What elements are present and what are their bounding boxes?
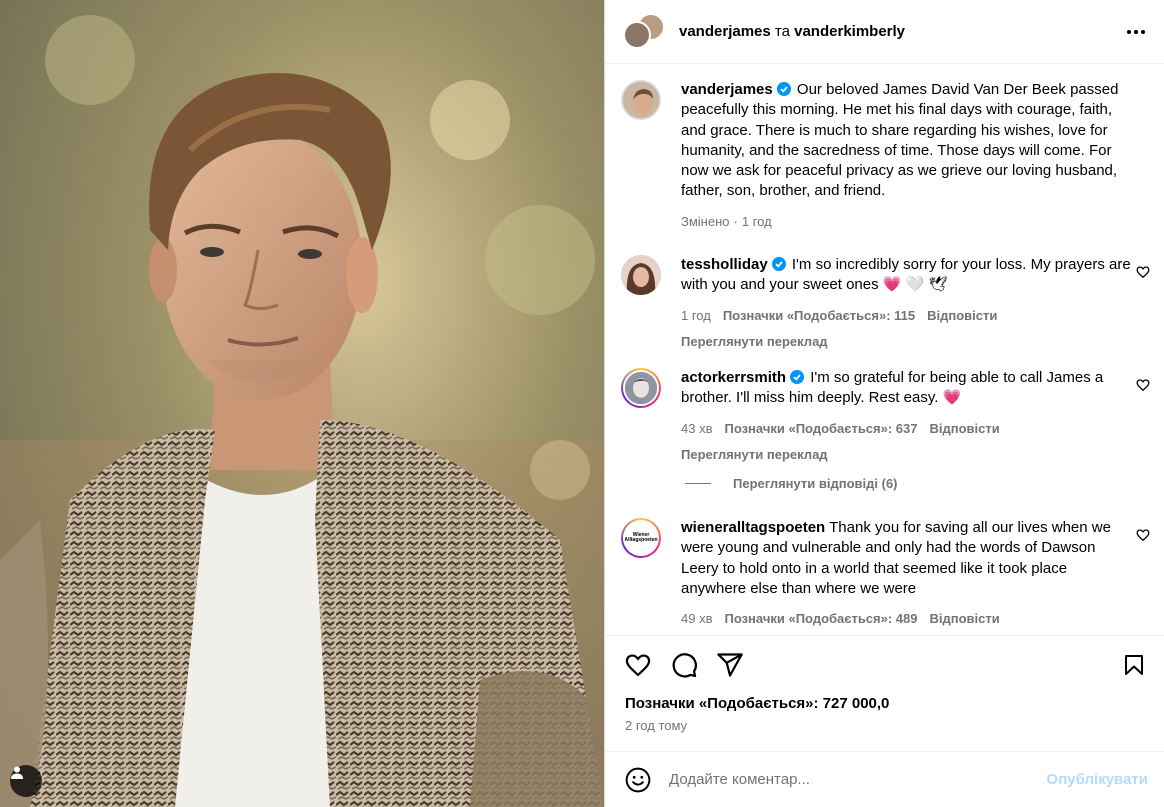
- comment-likes[interactable]: Позначки «Подобається»: 637: [724, 419, 917, 439]
- send-icon: [717, 653, 743, 677]
- caption-username-link[interactable]: vanderjames: [681, 81, 773, 98]
- post-caption: vanderjames Our beloved James David Van …: [621, 80, 1150, 232]
- heart-icon: [625, 654, 651, 677]
- comment-item: Wiener Alltagspoeten wieneralltagspoeten…: [621, 518, 1150, 629]
- comment-icon: [672, 653, 697, 678]
- like-button[interactable]: [624, 651, 652, 679]
- profile-photo: [623, 370, 659, 406]
- share-button[interactable]: [716, 651, 744, 679]
- heart-icon[interactable]: [1136, 265, 1150, 279]
- avatar[interactable]: Wiener Alltagspoeten: [621, 518, 661, 558]
- save-button[interactable]: [1120, 651, 1148, 679]
- comments-list[interactable]: vanderjames Our beloved James David Van …: [605, 65, 1164, 635]
- coauthor-username-link[interactable]: vanderkimberly: [794, 23, 905, 40]
- verified-badge-icon: [776, 82, 791, 96]
- caption-time[interactable]: 1 год: [742, 212, 772, 232]
- comment-item: actorkerrsmith I'm so grateful for being…: [621, 368, 1150, 465]
- emoji-icon[interactable]: [625, 767, 651, 793]
- comment-item: tessholliday I'm so incredibly sorry for…: [621, 255, 1150, 352]
- post-photo: [0, 0, 604, 807]
- reply-button[interactable]: Відповісти: [930, 419, 1000, 439]
- publish-comment-button[interactable]: Опублікувати: [1047, 771, 1148, 788]
- see-translation-button[interactable]: Переглянути переклад: [681, 445, 1136, 465]
- avatar[interactable]: [621, 80, 661, 120]
- comment-likes[interactable]: Позначки «Подобається»: 489: [724, 609, 917, 629]
- collab-avatars[interactable]: [623, 12, 665, 51]
- meta-separator: ·: [733, 213, 738, 229]
- view-replies-button[interactable]: Переглянути відповіді (6): [685, 476, 898, 491]
- user-tag-icon: [11, 766, 23, 779]
- comment-time[interactable]: 1 год: [681, 306, 711, 326]
- post-details-panel: vanderjames та vanderkimberly vanderjame…: [605, 0, 1164, 807]
- tagged-users-button[interactable]: [10, 765, 42, 797]
- comment-likes[interactable]: Позначки «Подобається»: 115: [723, 306, 915, 326]
- comment-button[interactable]: [670, 651, 698, 679]
- see-translation-button[interactable]: Переглянути переклад: [681, 332, 1136, 352]
- comment-time[interactable]: 43 хв: [681, 419, 712, 439]
- heart-icon[interactable]: [1136, 378, 1150, 392]
- reply-button[interactable]: Відповісти: [927, 306, 997, 326]
- portrait-illustration: [0, 0, 604, 807]
- add-comment-bar: Опублікувати: [605, 751, 1164, 807]
- brand-logo: Wiener Alltagspoeten: [623, 520, 659, 556]
- more-options-button[interactable]: [1124, 20, 1148, 44]
- profile-photo: [621, 255, 661, 295]
- verified-badge-icon: [790, 370, 805, 384]
- authors-joiner: та: [774, 23, 790, 40]
- heart-icon[interactable]: [1136, 528, 1150, 542]
- author-username-link[interactable]: vanderjames: [679, 23, 771, 40]
- post-header: vanderjames та vanderkimberly: [605, 0, 1164, 64]
- reply-button[interactable]: Відповісти: [930, 609, 1000, 629]
- post-actions: Позначки «Подобається»: 727 000,0 2 год …: [605, 635, 1164, 751]
- comment-emoji: 💗 🤍 🕊: [882, 276, 948, 294]
- post-timestamp[interactable]: 2 год тому: [605, 714, 1164, 733]
- comment-time[interactable]: 49 хв: [681, 609, 712, 629]
- bookmark-icon: [1125, 655, 1143, 675]
- more-horizontal-icon: [1127, 29, 1145, 34]
- replies-line: [685, 483, 711, 484]
- comment-username-link[interactable]: wieneralltagspoeten: [681, 519, 825, 536]
- comment-input[interactable]: [669, 771, 1047, 788]
- avatar[interactable]: [621, 255, 661, 295]
- comment-username-link[interactable]: tessholliday: [681, 256, 768, 273]
- likes-count[interactable]: Позначки «Подобається»: 727 000,0: [605, 694, 1164, 714]
- post-authors: vanderjames та vanderkimberly: [679, 23, 905, 40]
- profile-photo: [623, 82, 659, 118]
- caption-text: Our beloved James David Van Der Beek pas…: [681, 81, 1119, 200]
- avatar: [623, 20, 651, 49]
- comment-emoji: 💗: [942, 389, 962, 407]
- edited-label: Змінено: [681, 213, 730, 229]
- comment-username-link[interactable]: actorkerrsmith: [681, 369, 786, 386]
- view-replies-label: Переглянути відповіді (6): [733, 476, 898, 491]
- avatar[interactable]: [621, 368, 661, 408]
- verified-badge-icon: [771, 257, 786, 271]
